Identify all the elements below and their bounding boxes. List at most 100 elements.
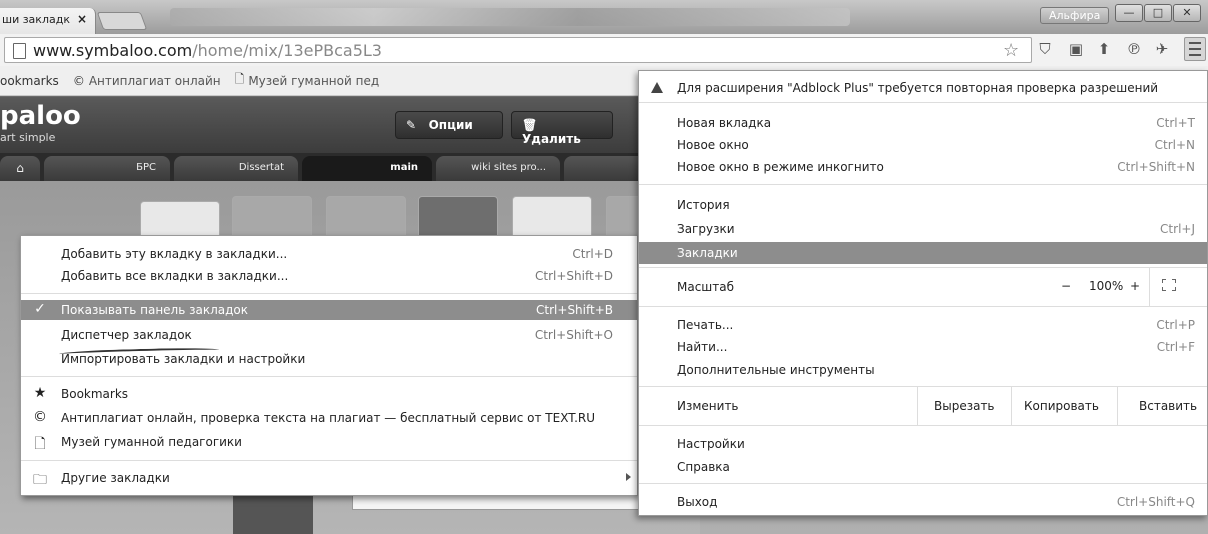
fullscreen-icon[interactable]: [1162, 279, 1176, 291]
close-window-button[interactable]: ✕: [1173, 4, 1201, 22]
bookmarks-item[interactable]: Закладки: [639, 242, 1207, 264]
bookmark-star-icon[interactable]: ☆: [1003, 40, 1019, 61]
address-bar[interactable]: www.symbaloo.com/home/mix/13ePBca5L3 ☆: [4, 37, 1032, 63]
new-tab-item[interactable]: Новая вкладка Ctrl+T: [639, 112, 1207, 134]
import-bookmarks-item[interactable]: Импортировать закладки и настройки: [21, 349, 637, 369]
maximize-button[interactable]: □: [1144, 4, 1172, 22]
menu-item-shortcut: Ctrl+T: [1156, 116, 1195, 130]
symbaloo-header: paloo art simple ✎ Опции 🗑 Удалить: [0, 97, 700, 153]
edit-row: Изменить Вырезать Копировать Вставить: [639, 387, 1207, 425]
find-item[interactable]: Найти... Ctrl+F: [639, 336, 1207, 358]
add-all-bookmarks-item[interactable]: Добавить все вкладки в закладки... Ctrl+…: [21, 266, 637, 286]
paste-button[interactable]: Вставить: [1139, 399, 1197, 413]
history-item[interactable]: История: [639, 194, 1207, 216]
options-button[interactable]: ✎ Опции: [395, 111, 503, 139]
bookmark-label: Антиплагиат онлайн: [88, 73, 221, 88]
bookmark-item[interactable]: ookmarks: [0, 74, 59, 88]
more-tools-item[interactable]: Дополнительные инструменты: [639, 359, 1207, 381]
menu-separator: [21, 376, 637, 377]
bookmark-manager-item[interactable]: Диспетчер закладок Ctrl+Shift+O: [21, 325, 637, 345]
bookmark-antiplagiat[interactable]: © Антиплагиат онлайн, проверка текста на…: [21, 408, 637, 428]
tab-dissertat[interactable]: Dissertat: [174, 156, 298, 181]
exit-item[interactable]: Выход Ctrl+Shift+Q: [639, 491, 1207, 513]
menu-item-label: Другие закладки: [61, 471, 170, 485]
menu-item-label: Bookmarks: [61, 387, 129, 401]
menu-item-shortcut: Ctrl+N: [1154, 138, 1195, 152]
bookmark-label: ookmarks: [0, 73, 59, 88]
url-path: /home/mix/13ePBca5L3: [192, 41, 382, 60]
other-bookmarks-item[interactable]: 🗀 Другие закладки: [21, 468, 637, 488]
menu-item-shortcut: Ctrl+Shift+B: [536, 303, 613, 317]
menu-item-label: Добавить эту вкладку в закладки...: [61, 247, 288, 261]
bookmark-folder-bookmarks[interactable]: ★ Bookmarks: [21, 384, 637, 404]
tab-brs[interactable]: БРС: [44, 156, 170, 181]
options-label: Опции: [428, 118, 473, 132]
minimize-button[interactable]: —: [1115, 4, 1143, 22]
menu-item-label: Диспетчер закладок: [61, 328, 192, 342]
tab-main[interactable]: main: [302, 156, 432, 181]
bookmark-museum[interactable]: 🗋 Музей гуманной педагогики: [21, 432, 637, 452]
menu-item-label: Музей гуманной педагогики: [61, 435, 242, 449]
delete-label: Удалить: [522, 132, 581, 146]
folder-icon: 🗀: [33, 472, 47, 488]
print-item[interactable]: Печать... Ctrl+P: [639, 314, 1207, 336]
tab-wiki-sites[interactable]: wiki sites pro...: [436, 156, 560, 181]
menu-item-label: Новое окно в режиме инкогнито: [677, 160, 884, 174]
logo-subtitle: art simple: [0, 131, 56, 144]
edit-divider: [1011, 387, 1012, 425]
home-icon[interactable]: ⌂: [0, 156, 40, 181]
tab-close-icon[interactable]: ×: [77, 12, 87, 26]
zoom-row: Масштаб − 100% +: [639, 268, 1207, 306]
menu-item-shortcut: Ctrl+D: [572, 247, 613, 261]
add-bookmark-item[interactable]: Добавить эту вкладку в закладки... Ctrl+…: [21, 244, 637, 264]
settings-item[interactable]: Настройки: [639, 433, 1207, 455]
logo: paloo: [0, 101, 81, 131]
zoom-label: Масштаб: [677, 280, 735, 294]
chrome-main-menu: Для расширения "Adblock Plus" требуется …: [638, 70, 1208, 516]
puzzle-icon[interactable]: ▣: [1066, 39, 1086, 59]
copy-button[interactable]: Копировать: [1024, 399, 1099, 413]
bird-icon[interactable]: ✈: [1152, 39, 1172, 59]
menu-item-label: История: [677, 198, 730, 212]
delete-button[interactable]: 🗑 Удалить: [511, 111, 613, 146]
copyright-icon: ©: [72, 73, 85, 88]
submenu-arrow-icon: [626, 473, 631, 481]
pinterest-icon[interactable]: ℗: [1124, 39, 1144, 59]
bookmark-item[interactable]: 🗋 Музей гуманной пед: [235, 70, 379, 91]
downloads-item[interactable]: Загрузки Ctrl+J: [639, 218, 1207, 240]
user-profile-badge[interactable]: Альфира: [1040, 7, 1110, 24]
new-tab-button[interactable]: [96, 12, 148, 30]
checkmark-icon: ✓: [34, 301, 46, 317]
menu-item-label: Закладки: [677, 246, 738, 260]
page-icon: 🗋: [234, 72, 245, 86]
menu-item-shortcut: Ctrl+J: [1160, 222, 1195, 236]
menu-item-shortcut: Ctrl+Shift+D: [535, 269, 613, 283]
zoom-in-button[interactable]: +: [1130, 279, 1140, 314]
house-icon[interactable]: ⬆: [1094, 39, 1114, 59]
show-bookmarks-bar-item[interactable]: ✓ Показывать панель закладок Ctrl+Shift+…: [21, 300, 637, 320]
blurred-tabs: [170, 8, 850, 26]
bookmark-item[interactable]: © Антиплагиат онлайн: [73, 74, 221, 88]
edit-divider: [1117, 387, 1118, 425]
browser-toolbar: www.symbaloo.com/home/mix/13ePBca5L3 ☆ ⛉…: [0, 34, 1208, 66]
menu-item-shortcut: Ctrl+Shift+O: [534, 328, 613, 342]
help-item[interactable]: Справка: [639, 456, 1207, 478]
menu-item-shortcut: Ctrl+P: [1156, 318, 1195, 332]
menu-item-shortcut: Ctrl+F: [1156, 340, 1195, 354]
edit-divider: [917, 387, 918, 425]
cut-button[interactable]: Вырезать: [934, 399, 995, 413]
menu-item-label: Импортировать закладки и настройки: [61, 352, 306, 366]
pencil-icon: ✎: [406, 118, 417, 132]
browser-tab[interactable]: ши закладк ×: [0, 8, 96, 34]
shield-icon[interactable]: ⛉: [1035, 39, 1055, 59]
zoom-out-button[interactable]: −: [1061, 279, 1071, 314]
page-icon: 🗋: [34, 436, 46, 452]
adblock-warning-item[interactable]: Для расширения "Adblock Plus" требуется …: [639, 77, 1207, 99]
new-window-item[interactable]: Новое окно Ctrl+N: [639, 134, 1207, 156]
webmix-tabs: ⌂ БРС Dissertat main wiki sites pro... w…: [0, 153, 700, 181]
menu-separator: [639, 306, 1207, 307]
chrome-menu-button[interactable]: [1184, 37, 1206, 61]
menu-separator: [639, 483, 1207, 484]
incognito-window-item[interactable]: Новое окно в режиме инкогнито Ctrl+Shift…: [639, 156, 1207, 178]
menu-item-label: Для расширения "Adblock Plus" требуется …: [677, 81, 1159, 95]
